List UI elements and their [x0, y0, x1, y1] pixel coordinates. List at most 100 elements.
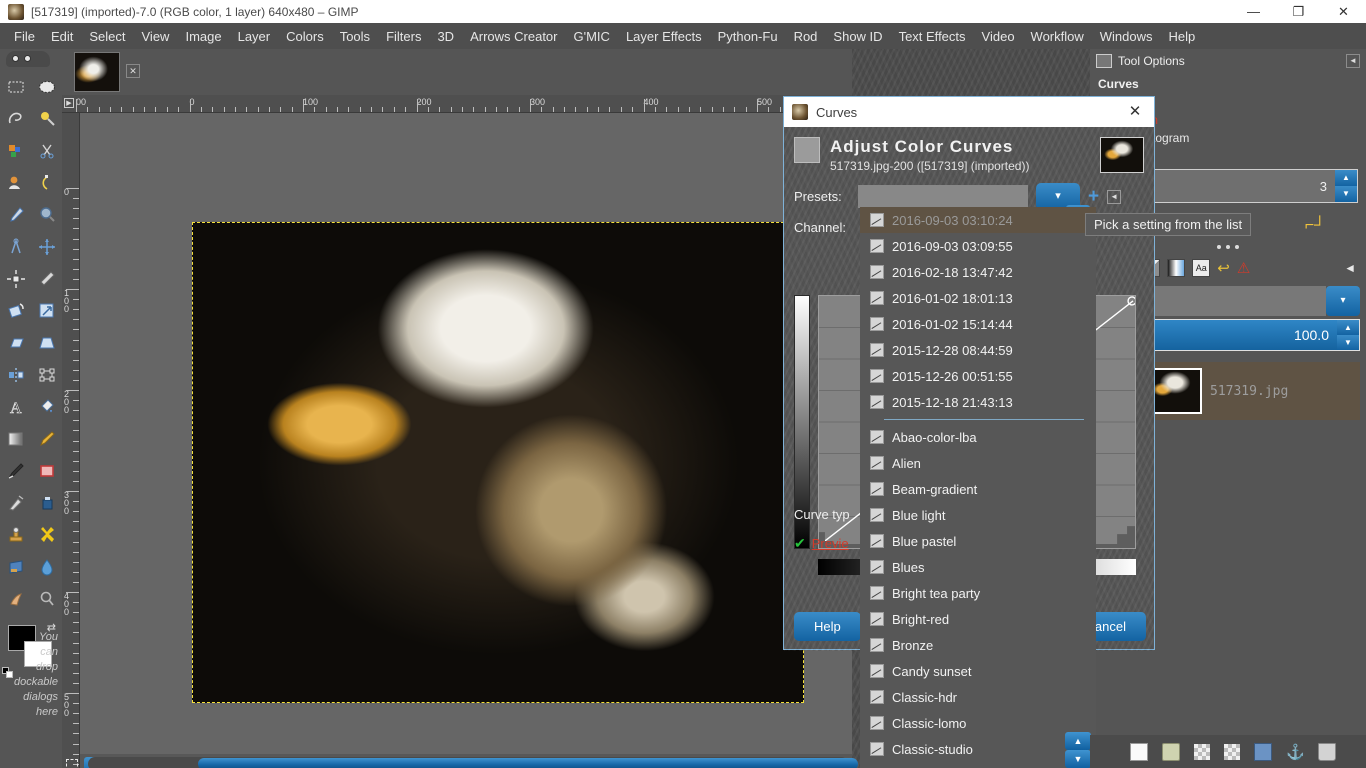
image-tab-thumbnail[interactable]	[74, 52, 120, 92]
perspective-icon[interactable]	[31, 327, 62, 359]
layer-mode-dropdown-icon[interactable]: ▾	[1326, 286, 1360, 316]
preset-item[interactable]: Blue pastel	[860, 528, 1096, 554]
radius-increase-icon[interactable]: ▲	[1335, 170, 1357, 186]
preset-item[interactable]: Bright-red	[860, 606, 1096, 632]
bucket-fill-icon[interactable]	[31, 391, 62, 423]
preset-item[interactable]: Classic-lomo	[860, 710, 1096, 736]
help-button[interactable]: Help	[794, 612, 861, 641]
anchor-layer-icon[interactable]: ↩	[1217, 259, 1230, 277]
text-layer-icon[interactable]: Aa	[1192, 259, 1210, 277]
menu-video[interactable]: Video	[974, 26, 1023, 47]
menu-show-id[interactable]: Show ID	[825, 26, 890, 47]
preset-item[interactable]: Classic-hdr	[860, 684, 1096, 710]
align-icon[interactable]	[0, 263, 31, 295]
menu-3d[interactable]: 3D	[429, 26, 462, 47]
eraser-icon[interactable]	[31, 455, 62, 487]
menu-text-effects[interactable]: Text Effects	[891, 26, 974, 47]
shear-icon[interactable]	[0, 327, 31, 359]
layer-dock-menu-icon[interactable]: ◄	[1344, 261, 1356, 275]
measure-icon[interactable]	[0, 231, 31, 263]
presets-input[interactable]	[858, 185, 1028, 208]
close-button[interactable]: ✕	[1321, 0, 1366, 23]
preset-item[interactable]: Bronze	[860, 632, 1096, 658]
cage-transform-icon[interactable]	[31, 359, 62, 391]
perspective-clone-icon[interactable]	[0, 551, 31, 583]
menu-layer-effects[interactable]: Layer Effects	[618, 26, 710, 47]
preset-item[interactable]: 2015-12-28 08:44:59	[860, 337, 1096, 363]
dock-menu-arrow-icon[interactable]: ◄	[1346, 54, 1360, 68]
menu-file[interactable]: File	[6, 26, 43, 47]
dropdown-scroll-arrows[interactable]: ▲ ▼	[1065, 732, 1091, 768]
preset-item[interactable]: Abao-color-lba	[860, 424, 1096, 450]
paths-icon[interactable]	[31, 167, 62, 199]
menu-colors[interactable]: Colors	[278, 26, 332, 47]
preset-item[interactable]: Beam-gradient	[860, 476, 1096, 502]
green-checker-icon-2[interactable]	[1224, 744, 1240, 760]
scissors-select-icon[interactable]	[31, 135, 62, 167]
heal-icon[interactable]	[31, 519, 62, 551]
vertical-ruler[interactable]: 0100200300400500	[62, 113, 80, 768]
text-icon[interactable]: A	[0, 391, 31, 423]
scale-icon[interactable]	[31, 295, 62, 327]
airbrush-icon[interactable]	[0, 487, 31, 519]
preset-item[interactable]: 2016-01-02 18:01:13	[860, 285, 1096, 311]
horizontal-scrollbar-thumb[interactable]	[198, 758, 858, 768]
plus-icon[interactable]: +	[1088, 186, 1099, 208]
move-icon[interactable]	[31, 231, 62, 263]
select-by-color-icon[interactable]	[0, 135, 31, 167]
gradient-icon[interactable]	[0, 423, 31, 455]
radius-decrease-icon[interactable]: ▼	[1335, 186, 1357, 202]
fuzzy-select-icon[interactable]	[31, 103, 62, 135]
horizontal-ruler[interactable]: ▶0001002003004005006	[62, 95, 852, 113]
smudge-icon[interactable]	[0, 583, 31, 615]
color-picker-icon[interactable]	[0, 199, 31, 231]
horizontal-scrollbar[interactable]	[88, 757, 848, 768]
preset-item[interactable]: Classic-studio	[860, 736, 1096, 762]
lock-position-icon[interactable]: ⌐┘	[1305, 217, 1326, 235]
crop-icon[interactable]	[31, 263, 62, 295]
opacity-decrease-icon[interactable]: ▼	[1337, 335, 1359, 350]
preset-item[interactable]: Blues	[860, 554, 1096, 580]
minimize-button[interactable]: —	[1231, 0, 1276, 23]
preview-checkbox[interactable]: ✔ Previe	[794, 535, 849, 552]
ellipse-select-icon[interactable]	[31, 71, 62, 103]
flip-icon[interactable]	[0, 359, 31, 391]
rect-select-icon[interactable]	[0, 71, 31, 103]
layer-list-item[interactable]: 517319.jpg	[1140, 362, 1360, 420]
warning-icon[interactable]: ⚠	[1237, 259, 1250, 277]
foreground-select-icon[interactable]	[0, 167, 31, 199]
preset-item[interactable]: 2016-02-18 13:47:42	[860, 259, 1096, 285]
menu-layer[interactable]: Layer	[230, 26, 279, 47]
anchor-icon[interactable]: ⚓	[1286, 743, 1304, 761]
zoom-icon[interactable]	[31, 199, 62, 231]
preset-item[interactable]: Bright tea party	[860, 580, 1096, 606]
menu-windows[interactable]: Windows	[1092, 26, 1161, 47]
preset-item[interactable]: Alien	[860, 450, 1096, 476]
dropdown-scroll-up-icon[interactable]: ▲	[1065, 732, 1091, 750]
image-canvas[interactable]	[192, 222, 804, 703]
blur-sharpen-icon[interactable]	[31, 551, 62, 583]
pencil-icon[interactable]	[31, 423, 62, 455]
preset-item[interactable]: 2015-12-26 00:51:55	[860, 363, 1096, 389]
menu-arrows-creator[interactable]: Arrows Creator	[462, 26, 565, 47]
rotate-icon[interactable]	[0, 295, 31, 327]
menu-tools[interactable]: Tools	[332, 26, 378, 47]
new-image-icon[interactable]	[1130, 743, 1148, 761]
menu-select[interactable]: Select	[81, 26, 133, 47]
green-checker-icon[interactable]	[1194, 744, 1210, 760]
clone-icon[interactable]	[0, 519, 31, 551]
canvas-area[interactable]	[80, 113, 852, 754]
dodge-burn-icon[interactable]	[31, 583, 62, 615]
paintbrush-icon[interactable]	[0, 455, 31, 487]
menu-g-mic[interactable]: G'MIC	[566, 26, 618, 47]
trash-icon[interactable]	[1318, 743, 1336, 761]
menu-edit[interactable]: Edit	[43, 26, 81, 47]
menu-workflow[interactable]: Workflow	[1023, 26, 1092, 47]
dropdown-scroll-down-icon[interactable]: ▼	[1065, 750, 1091, 768]
menu-image[interactable]: Image	[177, 26, 229, 47]
preset-item[interactable]: Candy sunset	[860, 658, 1096, 684]
menu-python-fu[interactable]: Python-Fu	[710, 26, 786, 47]
presets-dropdown-list[interactable]: 2016-09-03 03:10:242016-09-03 03:09:5520…	[860, 207, 1096, 768]
preset-item[interactable]: Blue light	[860, 502, 1096, 528]
open-folder-icon[interactable]	[1162, 743, 1180, 761]
